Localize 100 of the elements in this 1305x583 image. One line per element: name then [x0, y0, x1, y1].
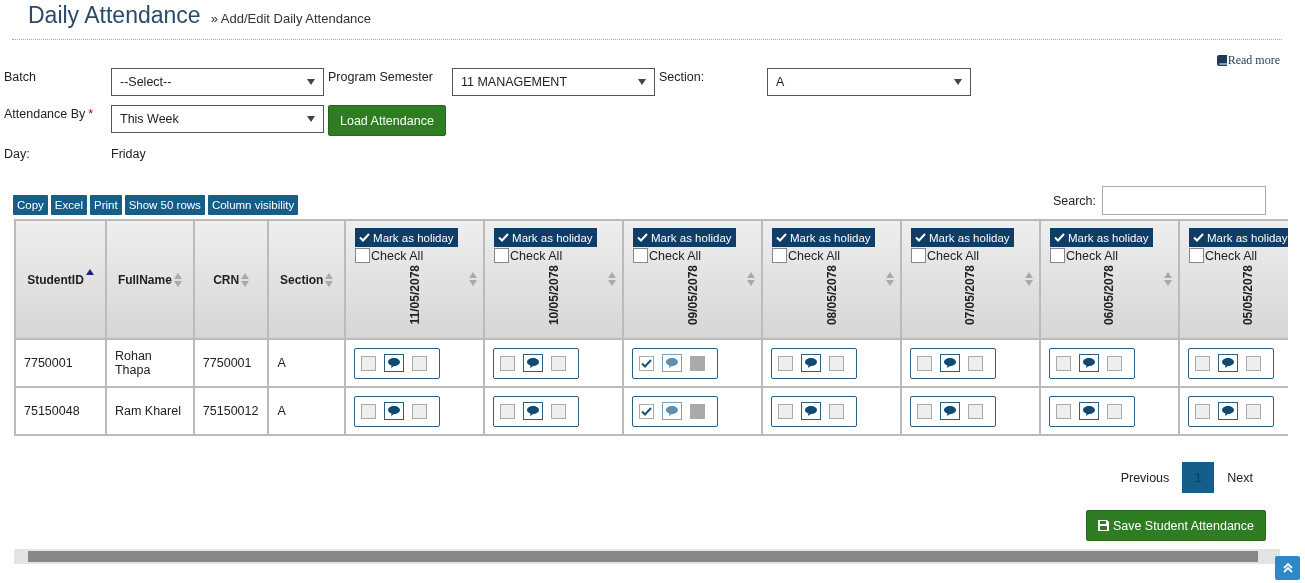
caret-icon [307, 79, 315, 85]
mark-holiday-button[interactable]: Mark as holiday [494, 228, 597, 247]
leave-checkbox[interactable] [412, 403, 428, 419]
present-checkbox[interactable] [1056, 355, 1071, 371]
present-checkbox[interactable] [500, 403, 516, 419]
check-all-checkbox[interactable] [911, 248, 926, 263]
comment-button[interactable] [801, 354, 821, 372]
comment-button[interactable] [523, 354, 544, 372]
column-header[interactable]: CRN [213, 272, 240, 287]
comment-button[interactable] [1217, 402, 1238, 420]
back-to-top-button[interactable] [1275, 556, 1300, 580]
check-all-checkbox[interactable] [1050, 248, 1065, 263]
sort-icon[interactable] [747, 272, 755, 286]
date-header[interactable]: 07/05/2078 [963, 265, 978, 326]
attendance-by-select[interactable]: This Week [111, 105, 324, 133]
comment-icon [944, 406, 956, 416]
export-button[interactable]: Print [90, 195, 122, 215]
sort-icon[interactable] [325, 272, 334, 287]
export-button[interactable]: Show 50 rows [124, 195, 205, 215]
horizontal-scrollbar[interactable] [14, 549, 1280, 564]
section-select[interactable]: A [767, 68, 971, 96]
date-header[interactable]: 11/05/2078 [407, 265, 422, 325]
column-header[interactable]: Section [280, 272, 324, 287]
present-checkbox[interactable] [1056, 403, 1071, 419]
present-checkbox[interactable] [639, 355, 655, 371]
search-field[interactable] [1102, 186, 1266, 215]
present-checkbox[interactable] [361, 355, 377, 371]
sort-icon[interactable] [173, 272, 182, 287]
comment-button[interactable] [1079, 402, 1099, 420]
comment-button[interactable] [1079, 354, 1099, 372]
check-all-checkbox[interactable] [633, 248, 649, 263]
present-checkbox[interactable] [778, 355, 793, 371]
leave-checkbox[interactable] [1245, 355, 1261, 371]
previous-link[interactable]: Previous [1107, 470, 1183, 485]
mark-holiday-button[interactable]: Mark as holiday [772, 228, 875, 247]
comment-button[interactable] [384, 402, 405, 420]
next-link[interactable]: Next [1214, 470, 1266, 485]
present-checkbox[interactable] [917, 403, 932, 419]
book-icon [1216, 54, 1227, 66]
present-checkbox[interactable] [917, 355, 932, 371]
present-checkbox[interactable] [1194, 355, 1210, 371]
check-icon [1192, 233, 1204, 242]
sort-icon[interactable] [608, 272, 617, 286]
sort-ascending-icon[interactable] [85, 268, 94, 275]
leave-checkbox[interactable] [412, 355, 428, 371]
comment-icon [1221, 406, 1234, 416]
leave-checkbox[interactable] [551, 355, 567, 371]
table-cell: Rohan Thapa [105, 339, 194, 387]
present-checkbox[interactable] [639, 403, 655, 419]
leave-checkbox[interactable] [1107, 355, 1122, 371]
date-header[interactable]: 06/05/2078 [1102, 265, 1117, 326]
breadcrumb[interactable]: » Add/Edit Daily Attendance [210, 11, 372, 26]
check-all-checkbox[interactable] [1188, 248, 1204, 263]
comment-button[interactable] [523, 402, 544, 420]
comment-icon [805, 358, 817, 368]
sort-icon[interactable] [886, 272, 894, 286]
sort-icon[interactable] [1025, 272, 1033, 286]
present-checkbox[interactable] [361, 403, 377, 419]
check-all-checkbox[interactable] [355, 248, 371, 263]
sort-icon[interactable] [469, 272, 478, 286]
comment-button[interactable] [940, 402, 960, 420]
comment-button[interactable] [801, 402, 821, 420]
leave-checkbox[interactable] [968, 355, 983, 371]
save-attendance-button[interactable]: Save Student Attendance [1085, 510, 1266, 541]
comment-button[interactable] [384, 354, 405, 372]
sort-icon[interactable] [1163, 272, 1172, 286]
load-attendance-button[interactable]: Load Attendance [328, 105, 446, 136]
leave-checkbox[interactable] [1245, 403, 1261, 419]
sort-icon[interactable] [241, 272, 250, 287]
comment-button[interactable] [1217, 354, 1238, 372]
mark-holiday-button[interactable]: Mark as holiday [911, 228, 1014, 247]
check-all-checkbox[interactable] [494, 248, 510, 263]
leave-checkbox[interactable] [829, 403, 844, 419]
mark-holiday-button[interactable]: Mark as holiday [633, 228, 736, 247]
date-header[interactable]: 09/05/2078 [685, 265, 700, 326]
export-button[interactable]: Column visibility [207, 195, 299, 215]
date-header[interactable]: 08/05/2078 [824, 265, 839, 326]
mark-holiday-button[interactable]: Mark as holiday [1188, 228, 1288, 247]
export-button[interactable]: Excel [50, 195, 87, 215]
column-header[interactable]: StudentID [27, 272, 84, 287]
mark-holiday-button[interactable]: Mark as holiday [1050, 228, 1153, 247]
leave-checkbox[interactable] [968, 403, 983, 419]
present-checkbox[interactable] [1194, 403, 1210, 419]
present-checkbox[interactable] [778, 403, 793, 419]
check-all-checkbox[interactable] [772, 248, 787, 263]
read-more-link[interactable]: Read more [1216, 52, 1280, 68]
leave-checkbox[interactable] [1107, 403, 1122, 419]
date-header[interactable]: 10/05/2078 [546, 265, 561, 326]
mark-holiday-button[interactable]: Mark as holiday [355, 228, 458, 247]
chevrons-up-icon [1282, 563, 1293, 573]
date-header[interactable]: 05/05/2078 [1241, 265, 1256, 326]
comment-button[interactable] [940, 354, 960, 372]
column-header[interactable]: FullName [117, 272, 172, 287]
batch-select[interactable]: --Select-- [111, 68, 324, 96]
program-semester-select[interactable]: 11 MANAGEMENT [452, 68, 655, 96]
present-checkbox[interactable] [500, 355, 516, 371]
leave-checkbox[interactable] [829, 355, 844, 371]
check-icon [637, 233, 649, 242]
leave-checkbox[interactable] [551, 403, 567, 419]
export-button[interactable]: Copy [13, 195, 48, 215]
